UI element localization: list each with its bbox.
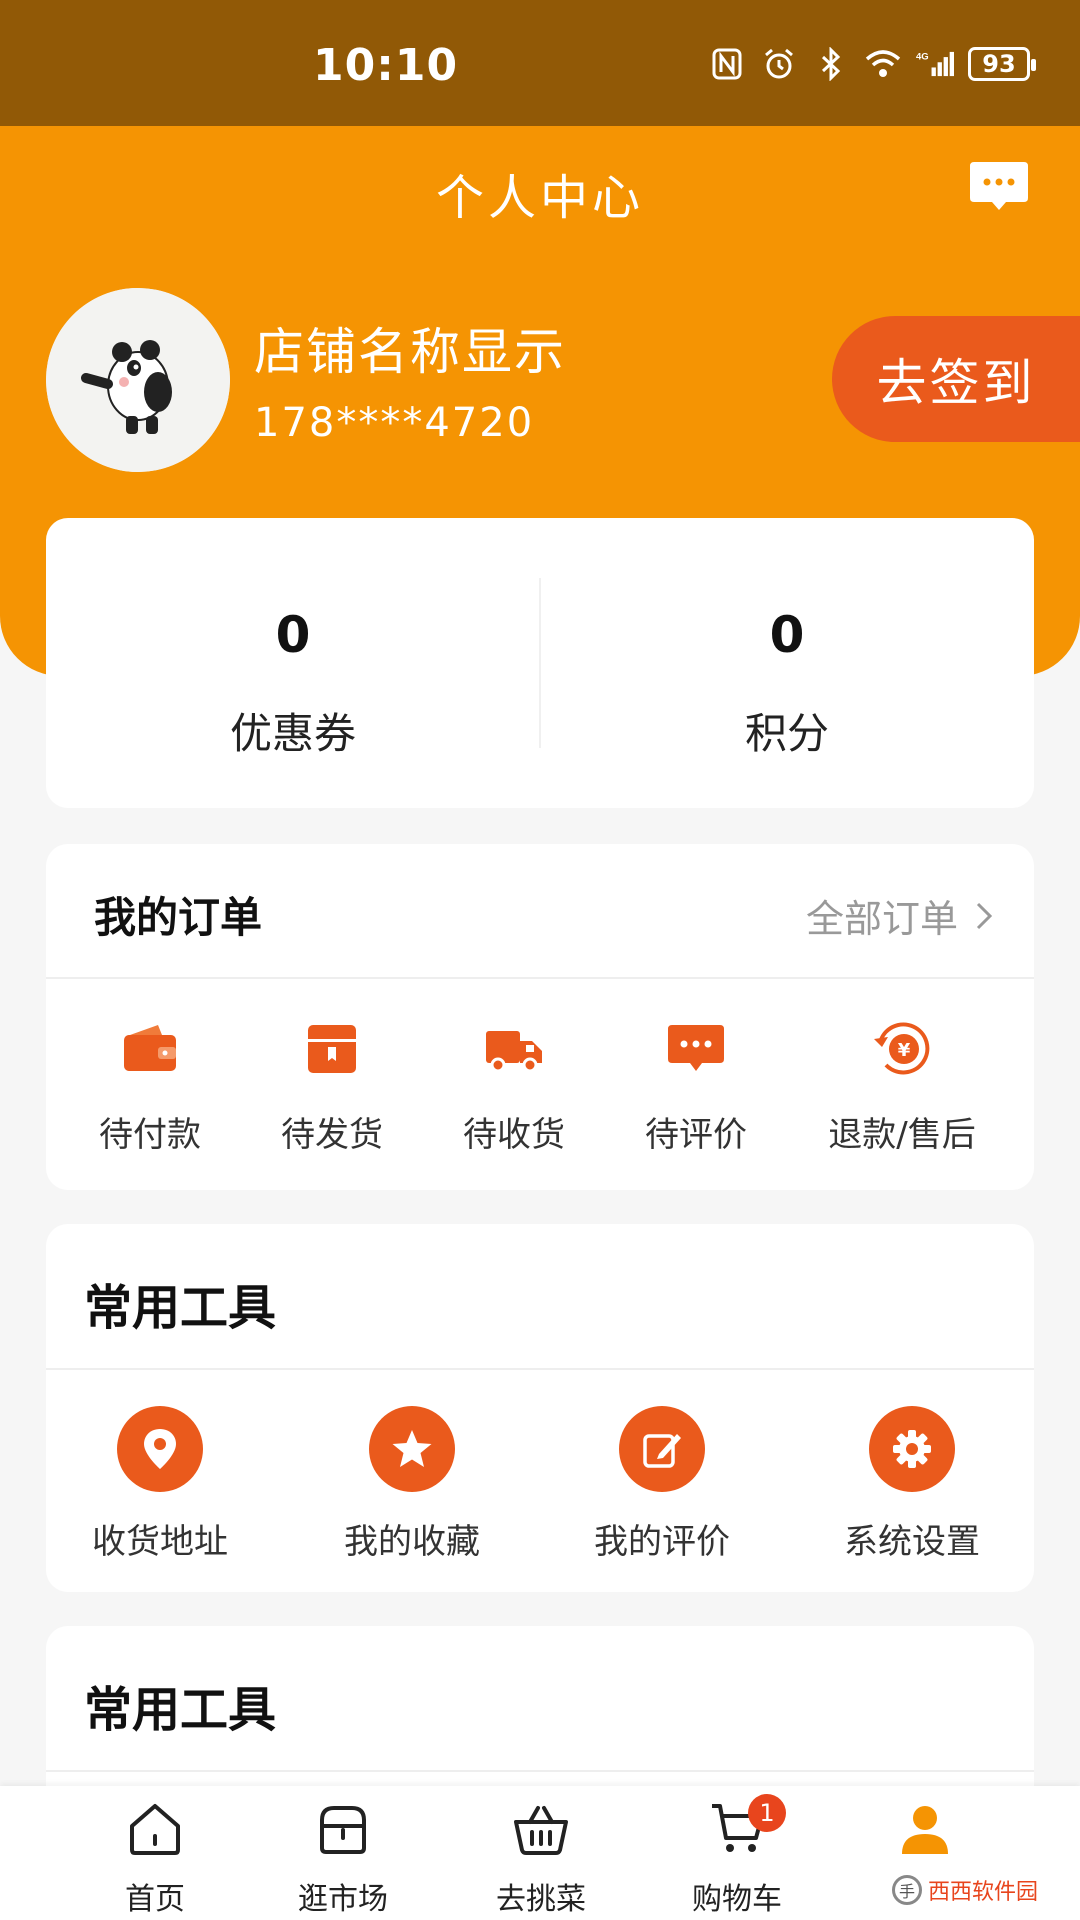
nfc-icon: [708, 45, 746, 83]
nav-home[interactable]: 首页: [90, 1800, 220, 1918]
user-icon: [902, 1806, 948, 1854]
nav-profile[interactable]: [860, 1800, 990, 1874]
tools-divider-secondary: [46, 1770, 1034, 1772]
order-label: 待评价: [645, 1115, 747, 1155]
avatar[interactable]: [46, 288, 230, 472]
tools-card: 常用工具 收货地址 我的收藏 我的评价 系统设置: [46, 1224, 1034, 1592]
tool-address[interactable]: 收货地址: [60, 1406, 260, 1563]
nav-label: 购物车: [692, 1882, 782, 1917]
basket-icon: [514, 1806, 568, 1855]
truck-icon: [486, 1031, 542, 1073]
coupon-count: 0: [275, 606, 311, 664]
battery-icon: 93: [968, 47, 1036, 81]
cart-badge: 1: [748, 1794, 786, 1832]
tool-label: 我的评价: [594, 1522, 730, 1562]
status-bar: 10:10 4G 93: [0, 0, 1080, 126]
coupon-stat[interactable]: 0 优惠券: [46, 518, 540, 808]
status-time: 10:10: [313, 40, 459, 91]
tool-settings[interactable]: 系统设置: [812, 1406, 1012, 1563]
orders-divider: [46, 977, 1034, 979]
signal-4g-icon: 4G: [916, 45, 954, 83]
order-label: 退款/售后: [828, 1115, 976, 1155]
tool-label: 系统设置: [844, 1522, 980, 1562]
watermark-logo-icon: 手: [892, 1875, 922, 1905]
order-pending-review[interactable]: 待评价: [606, 1019, 786, 1156]
status-icons: 4G 93: [708, 45, 1036, 83]
stats-card: 0 优惠券 0 积分: [46, 518, 1034, 808]
points-stat[interactable]: 0 积分: [540, 518, 1034, 808]
tools-divider: [46, 1368, 1034, 1370]
bluetooth-icon: [812, 45, 850, 83]
tool-label: 我的收藏: [344, 1522, 480, 1562]
coupon-label: 优惠券: [229, 709, 356, 758]
all-orders-label: 全部订单: [805, 897, 958, 941]
edit-icon: [619, 1406, 705, 1492]
order-pending-payment[interactable]: 待付款: [60, 1019, 240, 1156]
star-icon: [369, 1406, 455, 1492]
store-icon: [320, 1806, 366, 1854]
watermark: 手 西西软件园: [884, 1870, 1064, 1910]
nav-label: 首页: [125, 1882, 185, 1917]
message-icon: [970, 162, 1028, 210]
home-icon: [130, 1804, 180, 1855]
all-orders-link[interactable]: 全部订单: [806, 888, 992, 943]
points-label: 积分: [744, 709, 829, 758]
tool-reviews[interactable]: 我的评价: [562, 1406, 762, 1563]
order-label: 待付款: [99, 1115, 201, 1155]
order-pending-shipment[interactable]: 待发货: [242, 1019, 422, 1156]
watermark-text: 西西软件园: [928, 1880, 1039, 1905]
wifi-icon: [864, 45, 902, 83]
shop-name: 店铺名称显示: [254, 323, 566, 381]
nav-label: 去挑菜: [496, 1882, 586, 1917]
order-refund[interactable]: ¥ 退款/售后: [812, 1019, 992, 1156]
nav-cart[interactable]: 1 购物车: [672, 1794, 802, 1918]
orders-card: 我的订单 全部订单 待付款 待发货 待收货 待评价 ¥ 退款/售后: [46, 844, 1034, 1190]
order-pending-receipt[interactable]: 待收货: [424, 1019, 604, 1156]
order-label: 待收货: [463, 1115, 565, 1155]
tools-title: 常用工具: [84, 1280, 277, 1336]
page-title: 个人中心: [435, 170, 644, 226]
chevron-right-icon: [976, 902, 992, 929]
gear-icon: [869, 1406, 955, 1492]
refund-icon: ¥: [874, 1022, 930, 1075]
nav-market[interactable]: 逛市场: [278, 1800, 408, 1918]
panda-avatar-image: [46, 288, 230, 472]
points-count: 0: [769, 606, 805, 664]
svg-text:¥: ¥: [898, 1040, 911, 1061]
tools-title-secondary: 常用工具: [84, 1682, 277, 1738]
message-button[interactable]: [968, 160, 1030, 212]
nav-pick-vegetables[interactable]: 去挑菜: [476, 1800, 606, 1918]
location-icon: [117, 1406, 203, 1492]
checkin-button[interactable]: 去签到: [832, 316, 1080, 442]
orders-title: 我的订单: [94, 893, 263, 942]
tool-favorites[interactable]: 我的收藏: [312, 1406, 512, 1563]
tool-label: 收货地址: [92, 1522, 228, 1562]
package-icon: [308, 1025, 356, 1073]
wallet-icon: [124, 1025, 176, 1071]
phone-number: 178****4720: [254, 400, 535, 446]
svg-text:4G: 4G: [916, 52, 929, 63]
alarm-icon: [760, 45, 798, 83]
comment-icon: [668, 1025, 724, 1071]
nav-label: 逛市场: [298, 1882, 388, 1917]
order-label: 待发货: [281, 1115, 383, 1155]
